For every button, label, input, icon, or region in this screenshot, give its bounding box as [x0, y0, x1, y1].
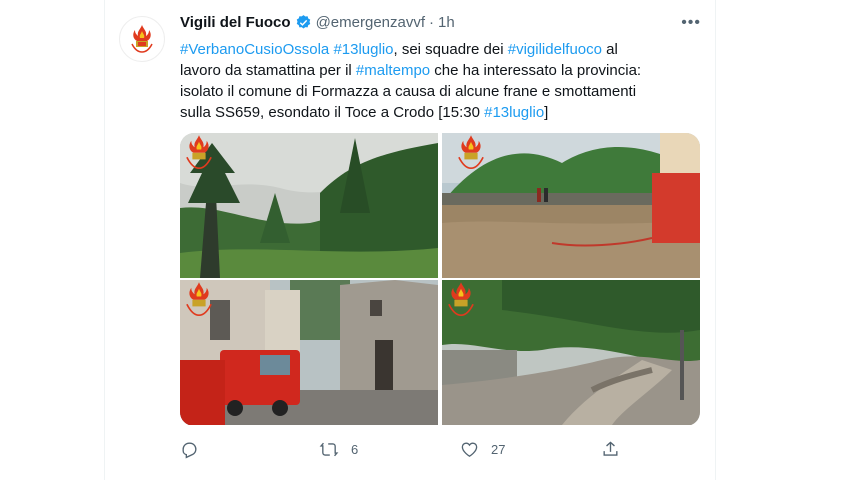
left-margin: [0, 0, 104, 480]
tweet-card[interactable]: Vigili del Fuoco @emergenzavvf · 1h ••• …: [104, 0, 716, 480]
reply-icon: [182, 442, 197, 459]
action-bar: 6 27: [180, 440, 700, 464]
author-handle[interactable]: @emergenzavvf: [316, 14, 425, 31]
heart-icon: [461, 442, 478, 458]
share-icon: [603, 441, 618, 456]
vvf-watermark-icon: [186, 282, 212, 317]
author-name[interactable]: Vigili del Fuoco: [180, 14, 291, 31]
more-options-icon[interactable]: •••: [681, 14, 701, 32]
share-button[interactable]: [601, 440, 620, 459]
vvf-logo-icon: [131, 25, 153, 53]
text-part: ]: [544, 104, 549, 121]
separator-dot: ·: [429, 14, 435, 31]
right-margin: [716, 0, 854, 480]
media-grid: [180, 133, 700, 426]
photo-forest-valley[interactable]: [180, 133, 438, 278]
photo-landslide-road[interactable]: [442, 280, 700, 425]
verified-badge-icon: [295, 14, 312, 31]
photo-fire-truck-village[interactable]: [180, 280, 438, 425]
retweet-count: 6: [351, 442, 359, 457]
tweet-text: #VerbanoCusioOssola #13luglio, sei squad…: [180, 39, 650, 123]
photo-flooded-street[interactable]: [442, 133, 700, 278]
like-count: 27: [491, 442, 506, 457]
reply-button[interactable]: [180, 440, 199, 459]
text-part: , sei squadre dei: [393, 41, 508, 58]
retweet-icon: [319, 442, 339, 457]
timestamp[interactable]: 1h: [438, 14, 455, 31]
tweet-header: Vigili del Fuoco @emergenzavvf · 1h: [180, 14, 455, 31]
text-part[interactable]: #13luglio: [484, 104, 544, 121]
retweet-button[interactable]: 6: [319, 440, 358, 459]
text-part[interactable]: #VerbanoCusioOssola: [180, 41, 329, 58]
avatar[interactable]: [119, 16, 165, 62]
vvf-watermark-icon: [458, 135, 484, 170]
text-part[interactable]: #maltempo: [356, 62, 430, 79]
text-part[interactable]: #13luglio: [333, 41, 393, 58]
like-button[interactable]: 27: [460, 440, 505, 459]
text-part[interactable]: #vigilidelfuoco: [508, 41, 602, 58]
vvf-watermark-icon: [186, 135, 212, 170]
vvf-watermark-icon: [448, 282, 474, 317]
